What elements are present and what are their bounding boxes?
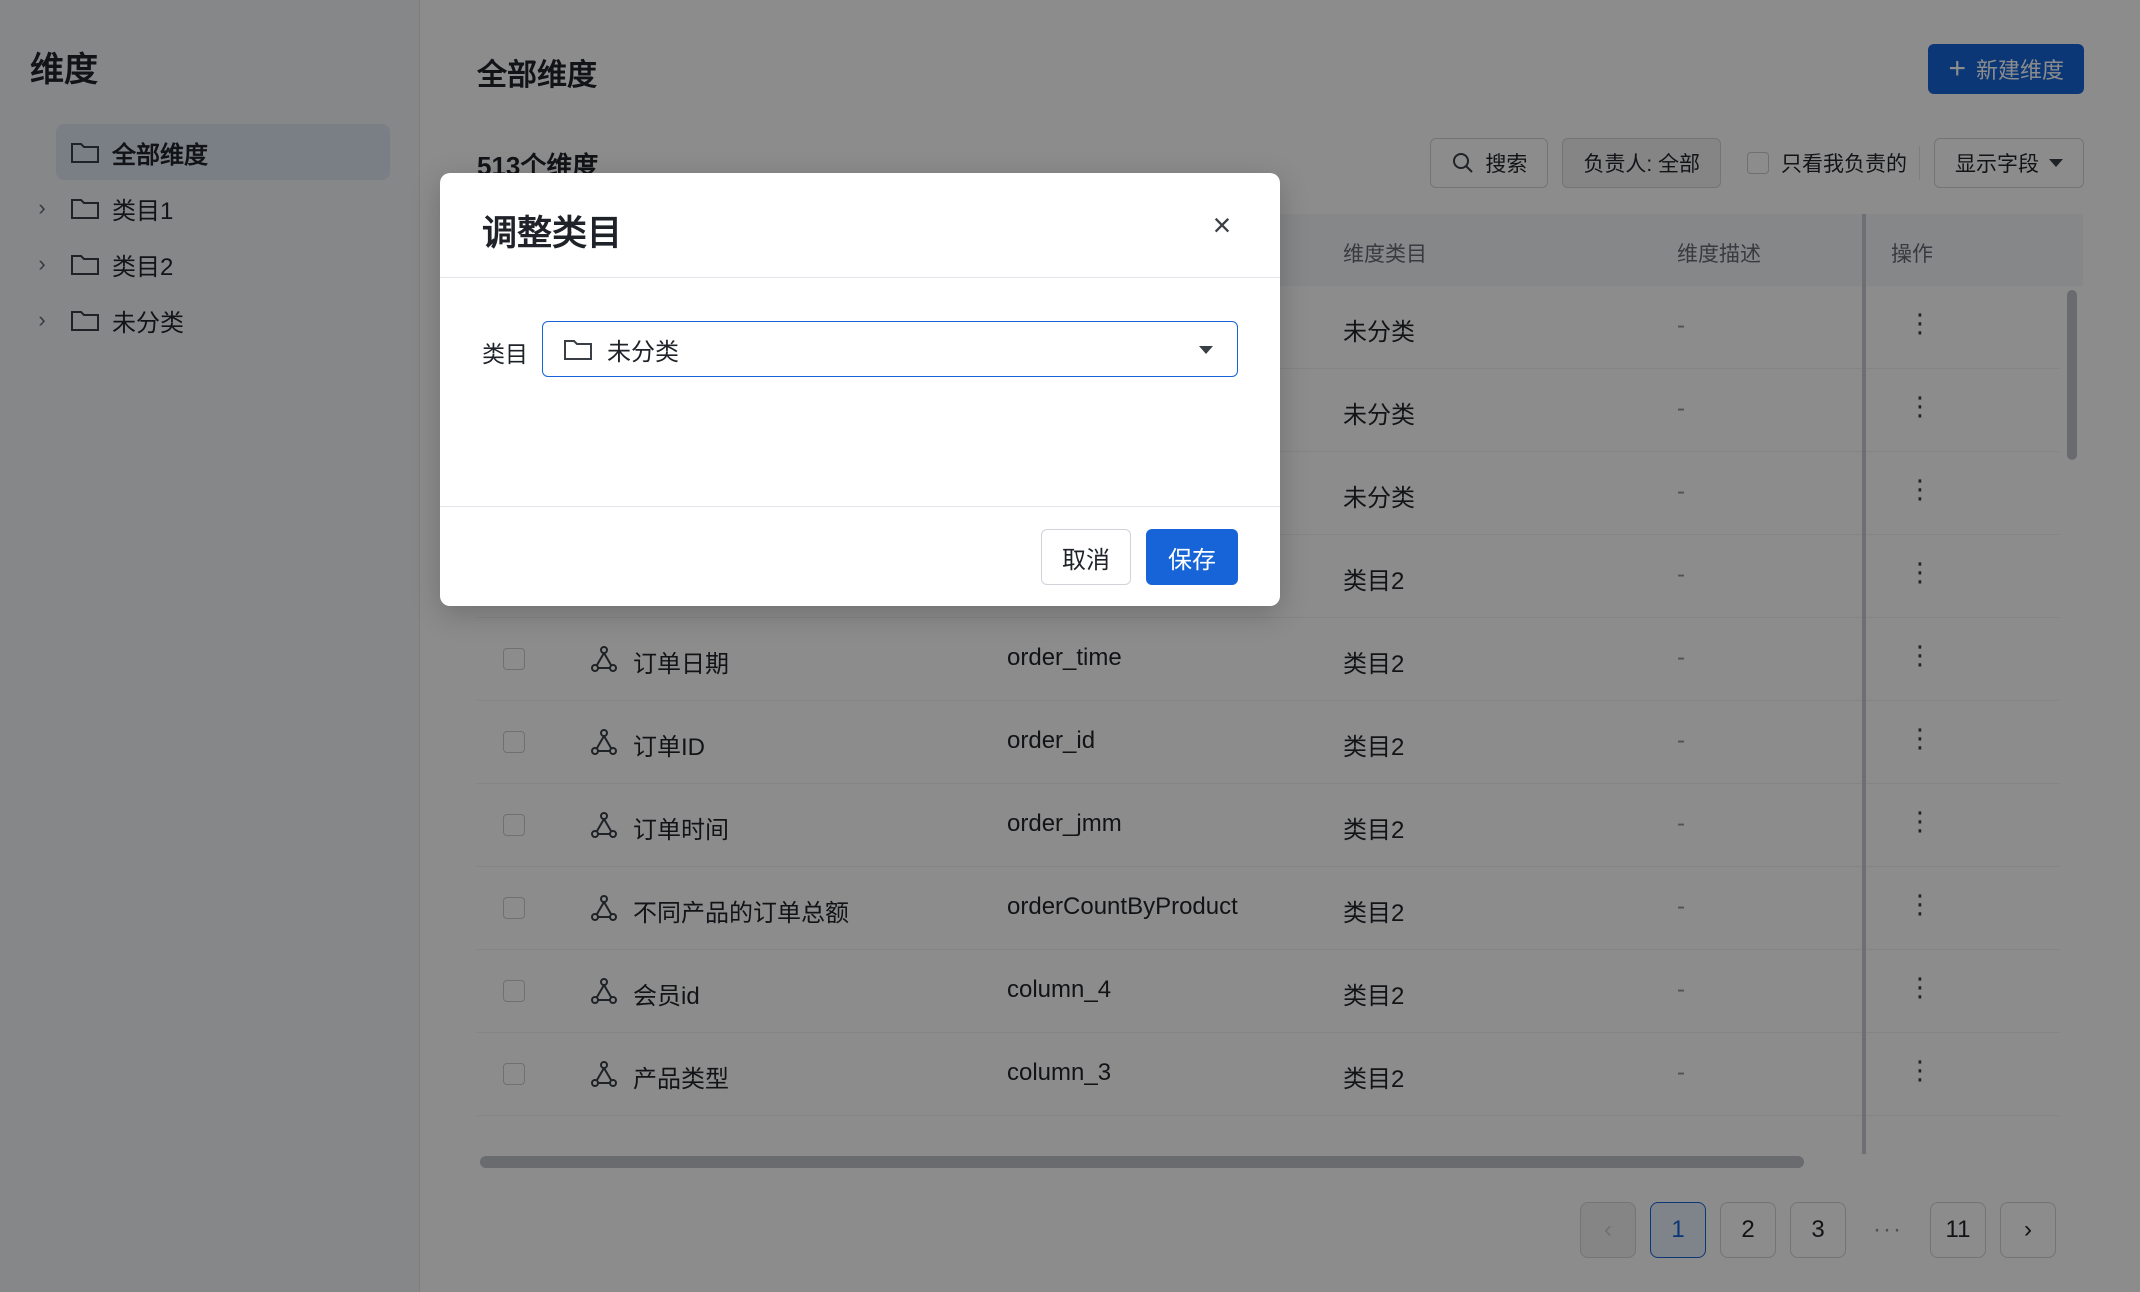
category-select-value: 未分类: [607, 338, 679, 366]
caret-down-icon: [1199, 346, 1213, 354]
modal-title: 调整类目: [482, 214, 623, 253]
adjust-category-modal: 调整类目 × 类目 未分类 取消 保存: [440, 173, 1280, 606]
category-select[interactable]: 未分类: [542, 321, 1238, 377]
save-button[interactable]: 保存: [1146, 529, 1238, 585]
modal-divider: [440, 506, 1280, 507]
cancel-button[interactable]: 取消: [1041, 529, 1131, 585]
modal-divider: [440, 277, 1280, 278]
category-field-label: 类目: [482, 341, 528, 367]
close-icon[interactable]: ×: [1204, 207, 1240, 243]
folder-icon: [564, 340, 592, 360]
